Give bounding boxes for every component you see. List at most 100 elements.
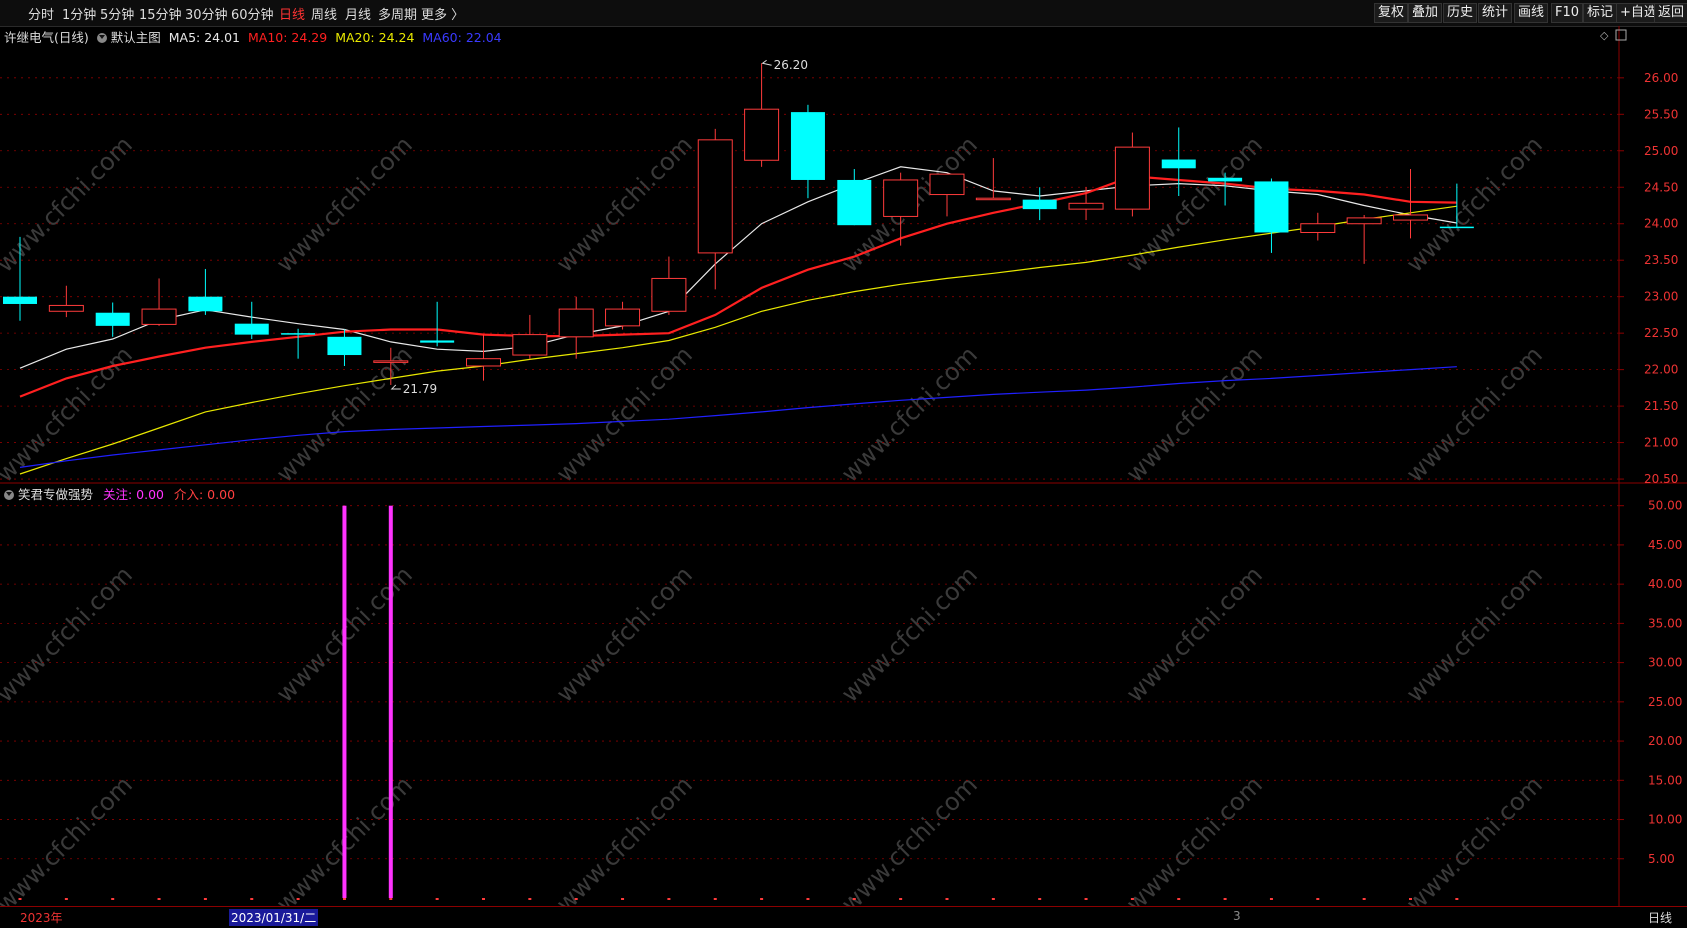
watermark-text: www.cfchi.com: [551, 771, 698, 906]
candle-body: [1208, 177, 1243, 182]
price-tick-label: 21.00: [1644, 436, 1678, 450]
candle-body: [929, 173, 965, 196]
year-label: 2023年: [20, 911, 63, 925]
price-tick-label: 24.50: [1644, 180, 1678, 194]
candle-body: [512, 334, 548, 356]
indicator-bars: [18, 505, 1459, 900]
price-axis: 20.50 21.00 21.50 22.00 22.50 23.00 23.50 24.00…: [1619, 71, 1682, 866]
indicator-dot: [1223, 898, 1227, 900]
watermark-text: www.cfchi.com: [1401, 341, 1548, 488]
watermark-layer: www.cfchi.com www.cfchi.com www.cfchi.com w…: [0, 131, 1548, 906]
indicator-dot: [760, 898, 764, 900]
candle-body: [697, 139, 733, 254]
candle-body: [281, 333, 316, 335]
watermark-text: www.cfchi.com: [551, 131, 698, 278]
candle-body: [837, 179, 872, 226]
high-arrow: [761, 59, 772, 66]
candle-body: [975, 197, 1011, 201]
watermark-text: www.cfchi.com: [551, 561, 698, 708]
indicator-dot: [1038, 898, 1042, 900]
cursor-date: 2023/01/31/二: [229, 909, 319, 926]
indicator-tick-label: 20.00: [1648, 734, 1682, 748]
month-mark: 3: [1233, 909, 1241, 923]
candle-body: [605, 308, 641, 327]
indicator-dot: [899, 898, 903, 900]
candle-body: [234, 323, 269, 335]
price-tick-label: 21.50: [1644, 399, 1678, 413]
watermark-text: www.cfchi.com: [0, 131, 138, 278]
indicator-tick-label: 5.00: [1648, 852, 1675, 866]
candle-body: [790, 112, 825, 180]
indicator-dot: [203, 898, 207, 900]
candle-body: [1022, 199, 1057, 210]
diamond-icon[interactable]: ◇: [1600, 29, 1609, 42]
indicator-tick-label: 30.00: [1648, 656, 1682, 670]
indicator-dot: [250, 898, 254, 900]
indicator-dot: [18, 898, 22, 900]
indicator-dot: [64, 898, 68, 900]
indicator-dot: [296, 898, 300, 900]
indicator-bar: [342, 505, 347, 898]
indicator-tick-label: 10.00: [1648, 813, 1682, 827]
watermark-text: www.cfchi.com: [1401, 561, 1548, 708]
candle-body: [1300, 223, 1336, 233]
candle-body: [1439, 226, 1474, 229]
candle-body: [373, 360, 409, 363]
high-label: 26.20: [774, 58, 808, 72]
indicator-dot: [342, 898, 346, 900]
watermark-text: www.cfchi.com: [0, 771, 138, 906]
watermark-text: www.cfchi.com: [836, 771, 983, 906]
indicator-dot: [1130, 898, 1134, 900]
indicator-dot: [852, 898, 856, 900]
price-tick-label: 26.00: [1644, 71, 1678, 85]
indicator-dot: [1269, 898, 1273, 900]
candle-body: [466, 358, 501, 367]
price-tick-label: 23.00: [1644, 290, 1678, 304]
low-label: 21.79: [403, 382, 437, 396]
candle-body: [141, 308, 177, 325]
price-tick-label: 22.00: [1644, 363, 1678, 377]
panel-icon[interactable]: [1615, 29, 1627, 41]
candle-body: [188, 296, 223, 312]
candle-body: [1161, 159, 1196, 169]
candle-body: [1114, 146, 1150, 210]
indicator-dot: [1084, 898, 1088, 900]
indicator-dot: [621, 898, 625, 900]
indicator-dot: [991, 898, 995, 900]
indicator-tick-label: 50.00: [1648, 499, 1682, 513]
price-tick-label: 23.50: [1644, 253, 1678, 267]
low-arrow: [390, 384, 401, 390]
indicator-dot: [667, 898, 671, 900]
indicator-dot: [1316, 898, 1320, 900]
watermark-text: www.cfchi.com: [836, 341, 983, 488]
watermark-text: www.cfchi.com: [836, 561, 983, 708]
indicator-dot: [435, 898, 439, 900]
watermark-text: www.cfchi.com: [1401, 131, 1548, 278]
watermark-text: www.cfchi.com: [0, 561, 138, 708]
indicator-dot: [1362, 898, 1366, 900]
indicator-dot: [574, 898, 578, 900]
watermark-text: www.cfchi.com: [1121, 771, 1268, 906]
indicator-dot: [1455, 898, 1459, 900]
indicator-tick-label: 35.00: [1648, 616, 1682, 630]
indicator-tick-label: 15.00: [1648, 773, 1682, 787]
kline-chart[interactable]: www.cfchi.com www.cfchi.com www.cfchi.com w…: [0, 0, 1687, 906]
candle-body: [1254, 181, 1289, 233]
indicator-dot: [528, 898, 532, 900]
candle-body: [95, 312, 130, 326]
indicator-dot: [157, 898, 161, 900]
candle-body: [651, 277, 687, 312]
watermark-text: www.cfchi.com: [551, 341, 698, 488]
candle-body: [744, 108, 780, 161]
price-tick-label: 24.00: [1644, 217, 1678, 231]
candle-body: [420, 340, 455, 343]
candle-body: [48, 304, 84, 312]
candle-body: [558, 308, 594, 338]
candle-body: [1346, 217, 1382, 225]
watermark-text: www.cfchi.com: [0, 341, 138, 488]
candle-body: [3, 296, 37, 304]
moving-average-lines: [19, 166, 1457, 475]
indicator-dot: [1177, 898, 1181, 900]
price-tick-label: 20.50: [1644, 472, 1678, 486]
price-tick-label: 25.50: [1644, 107, 1678, 121]
